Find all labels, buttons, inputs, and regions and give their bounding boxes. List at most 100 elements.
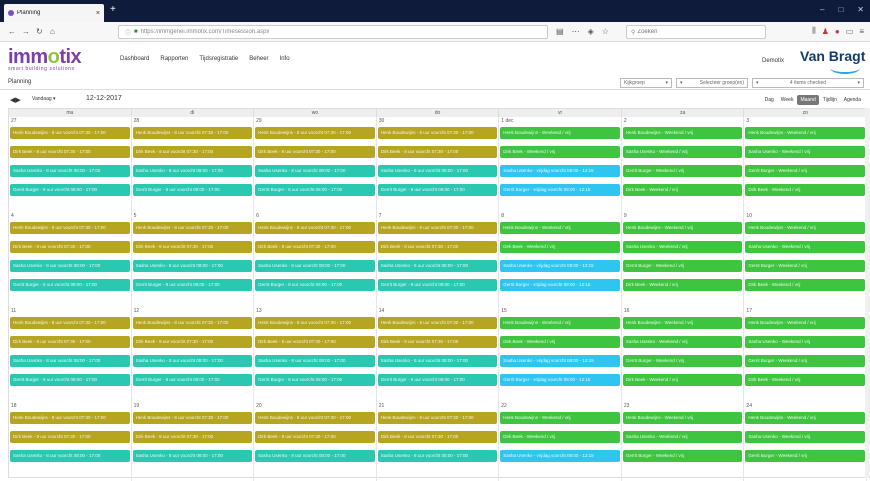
calendar-event[interactable]: Dirk Beek - 8 uur voorcht 07:30 - 17:00 [377,336,498,348]
calendar-event[interactable]: Sasha Usenko - 8 uur voorcht 08:00 - 17:… [377,450,498,462]
calendar-event[interactable]: Gerrit Burger - 8 uur voorcht 08:00 - 17… [10,374,130,386]
calendar-event[interactable]: Henk Boudewijns - 8 uur voorcht 07:30 - … [377,222,498,234]
address-bar[interactable]: ⓘ ■ https://immgenei.immotix.com/Timeses… [118,25,548,39]
calendar-event[interactable]: Dirk Beek - Weekend / vrij [500,241,620,253]
calendar-event[interactable]: Dirk Beek - 8 uur voorcht 07:30 - 17:00 [10,241,130,253]
nav-info[interactable]: Info [280,56,290,62]
calendar-event[interactable]: Sasha Usenko - 8 uur voorcht 08:00 - 17:… [132,355,253,367]
calendar-event[interactable]: Gerrit Burger - vrijdag voorcht 08:00 - … [500,279,620,291]
calendar-event[interactable]: Sasha Usenko - vrijdag voorcht 08:00 - 1… [500,450,620,462]
day-cell[interactable]: 14 Henk Boudewijns - 8 uur voorcht 07:30 … [377,307,500,402]
calendar-event[interactable]: Henk Boudewijns - Weekend / vrij [500,412,620,424]
calendar-event[interactable]: Gerrit Burger - 8 uur voorcht 08:00 - 17… [10,279,130,291]
calendar-event[interactable]: Gerrit Burger - Weekend / vrij [745,165,865,177]
day-cell[interactable]: 20 Henk Boudewijns - 8 uur voorcht 07:30 … [254,402,377,481]
calendar-event[interactable]: Sasha Usenko - 8 uur voorcht 08:00 - 17:… [10,450,130,462]
calendar-event[interactable]: Sasha Usenko - Weekend / vrij [622,146,743,158]
day-cell[interactable]: 6 Henk Boudewijns - 8 uur voorcht 07:30 -… [254,212,377,307]
day-cell[interactable]: 27 Henk Boudewijns - 8 uur voorcht 07:30 … [9,117,132,212]
calendar-event[interactable]: Henk Boudewijns - 8 uur voorcht 07:30 - … [132,127,253,139]
calendar-event[interactable]: Gerrit Burger - Weekend / vrij [745,355,865,367]
calendar-event[interactable]: Sasha Usenko - 8 uur voorcht 08:00 - 17:… [255,165,375,177]
calendar-event[interactable]: Henk Boudewijns - Weekend / vrij [500,127,620,139]
calendar-event[interactable]: Gerrit Burger - 8 uur voorcht 08:00 - 17… [377,279,498,291]
home-icon[interactable]: ⌂ [50,27,55,36]
calendar-event[interactable]: Gerrit Burger - Weekend / vrij [622,165,743,177]
calendar-event[interactable]: Sasha Usenko - Weekend / vrij [745,336,865,348]
calendar-event[interactable]: Dirk Beek - Weekend / vrij [745,374,865,386]
calendar-event[interactable]: Dirk Beek - Weekend / vrij [500,431,620,443]
calendar-event[interactable]: Sasha Usenko - 8 uur voorcht 08:00 - 17:… [10,260,130,272]
calendar-event[interactable]: Dirk Beek - 8 uur voorcht 07:30 - 17:00 [10,146,130,158]
nav-dashboard[interactable]: Dashboard [120,56,149,62]
calendar-event[interactable]: Gerrit Burger - vrijdag voorcht 08:00 - … [500,374,620,386]
close-window-icon[interactable]: ✕ [857,5,864,14]
calendar-event[interactable]: Dirk Beek - 8 uur voorcht 07:30 - 17:00 [10,336,130,348]
calendar-event[interactable]: Sasha Usenko - Weekend / vrij [622,241,743,253]
calendar-event[interactable]: Sasha Usenko - 8 uur voorcht 08:00 - 17:… [10,355,130,367]
calendar-event[interactable]: Sasha Usenko - 8 uur voorcht 08:00 - 17:… [255,355,375,367]
calendar-event[interactable]: Henk Boudewijns - Weekend / vrij [745,412,865,424]
calendar-event[interactable]: Henk Boudewijns - Weekend / vrij [622,317,743,329]
day-cell[interactable]: 9 Henk Boudewijns - Weekend / vrij Sasha U… [622,212,745,307]
close-tab-icon[interactable]: × [96,10,100,17]
day-cell[interactable]: 29 Henk Boudewijns - 8 uur voorcht 07:30 … [254,117,377,212]
day-cell[interactable]: 21 Henk Boudewijns - 8 uur voorcht 07:30 … [377,402,500,481]
day-cell[interactable]: 23 Henk Boudewijns - Weekend / vrij Sasha … [622,402,745,481]
nav-beheer[interactable]: Beheer [249,56,268,62]
calendar-event[interactable]: Sasha Usenko - Weekend / vrij [622,431,743,443]
nav-rapporten[interactable]: Rapporten [160,56,188,62]
calendar-event[interactable]: Henk Boudewijns - Weekend / vrij [745,317,865,329]
calendar-event[interactable]: Dirk Beek - 8 uur voorcht 07:30 - 17:00 [132,336,253,348]
reader-icon[interactable]: ▤ [556,27,564,36]
view-week[interactable]: Week [778,95,797,105]
search-bar[interactable]: ⚲ [626,25,766,39]
calendar-event[interactable]: Gerrit Burger - 8 uur voorcht 08:00 - 17… [377,184,498,196]
calendar-event[interactable]: Dirk Beek - 8 uur voorcht 07:30 - 17:00 [377,431,498,443]
calendar-event[interactable]: Henk Boudewijns - Weekend / vrij [745,127,865,139]
day-cell[interactable]: 11 Henk Boudewijns - 8 uur voorcht 07:30 … [9,307,132,402]
calendar-event[interactable]: Gerrit Burger - 8 uur voorcht 08:00 - 17… [255,374,375,386]
calendar-event[interactable]: Dirk Beek - Weekend / vrij [622,184,743,196]
nav-tijdsregistratie[interactable]: Tijdsregistratie [199,56,238,62]
day-cell[interactable]: 13 Henk Boudewijns - 8 uur voorcht 07:30 … [254,307,377,402]
calendar-event[interactable]: Sasha Usenko - Weekend / vrij [622,336,743,348]
calendar-event[interactable]: Sasha Usenko - 8 uur voorcht 08:00 - 17:… [255,260,375,272]
calendar-event[interactable]: Sasha Usenko - 8 uur voorcht 08:00 - 17:… [132,165,253,177]
calendar-event[interactable]: Sasha Usenko - 8 uur voorcht 08:00 - 17:… [132,260,253,272]
day-cell[interactable]: 12 Henk Boudewijns - 8 uur voorcht 07:30 … [132,307,255,402]
calendar-event[interactable]: Gerrit Burger - Weekend / vrij [622,260,743,272]
maximize-icon[interactable]: □ [838,5,843,14]
calendar-event[interactable]: Dirk Beek - Weekend / vrij [500,336,620,348]
calendar-event[interactable]: Henk Boudewijns - 8 uur voorcht 07:30 - … [255,127,375,139]
search-input[interactable] [637,29,758,35]
day-cell[interactable]: 17 Henk Boudewijns - Weekend / vrij Sasha … [744,307,867,402]
day-cell[interactable]: 15 Henk Boudewijns - Weekend / vrij Dirk B… [499,307,622,402]
group-filter[interactable]: Kijkgroep ▾ [620,78,672,88]
calendar-event[interactable]: Sasha Usenko - Weekend / vrij [745,431,865,443]
calendar-event[interactable]: Dirk Beek - 8 uur voorcht 07:30 - 17:00 [255,336,375,348]
calendar-event[interactable]: Gerrit Burger - 8 uur voorcht 08:00 - 17… [10,184,130,196]
calendar-event[interactable]: Henk Boudewijns - Weekend / vrij [622,222,743,234]
info-icon[interactable]: ⓘ [125,28,131,37]
day-cell[interactable]: 28 Henk Boudewijns - 8 uur voorcht 07:30 … [132,117,255,212]
items-checked-select[interactable]: ▾ 4 items checked ▾ [752,78,864,88]
calendar-event[interactable]: Henk Boudewijns - Weekend / vrij [500,222,620,234]
calendar-event[interactable]: Sasha Usenko - 8 uur voorcht 08:00 - 17:… [10,165,130,177]
user-name[interactable]: Demotix [762,58,784,64]
day-cell[interactable]: 16 Henk Boudewijns - Weekend / vrij Sasha … [622,307,745,402]
reload-icon[interactable]: ↻ [36,27,43,36]
calendar-event[interactable]: Henk Boudewijns - 8 uur voorcht 07:30 - … [377,412,498,424]
extension-red-icon[interactable]: ♟ [822,27,829,36]
minimize-icon[interactable]: – [820,5,824,14]
calendar-event[interactable]: Gerrit Burger - 8 uur voorcht 08:00 - 17… [255,279,375,291]
calendar-event[interactable]: Henk Boudewijns - 8 uur voorcht 07:30 - … [132,317,253,329]
calendar-event[interactable]: Henk Boudewijns - 8 uur voorcht 07:30 - … [10,222,130,234]
calendar-event[interactable]: Henk Boudewijns - Weekend / vrij [500,317,620,329]
calendar-event[interactable]: Henk Boudewijns - 8 uur voorcht 07:30 - … [10,127,130,139]
calendar-event[interactable]: Henk Boudewijns - 8 uur voorcht 07:30 - … [377,127,498,139]
calendar-event[interactable]: Henk Boudewijns - 8 uur voorcht 07:30 - … [10,317,130,329]
pocket-icon[interactable]: ◈ [588,27,594,36]
more-icon[interactable]: ⋯ [572,27,580,36]
calendar-event[interactable]: Gerrit Burger - 8 uur voorcht 08:00 - 17… [132,184,253,196]
